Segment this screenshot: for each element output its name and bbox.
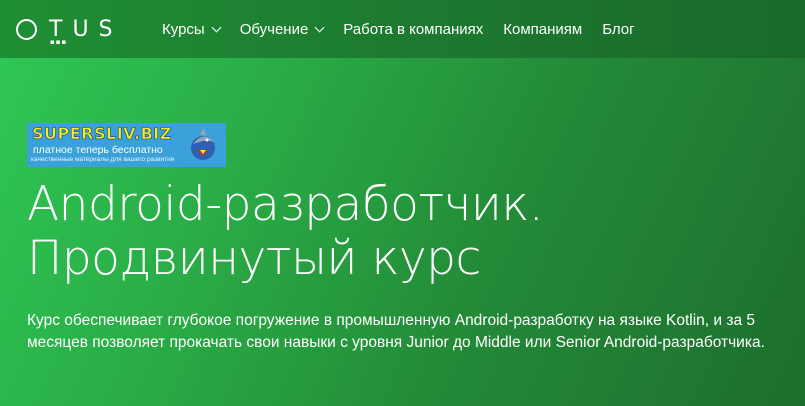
nav-item-label: Работа в компаниях bbox=[343, 20, 484, 38]
course-title-line-2: Продвинутый курс bbox=[27, 231, 481, 286]
banner-subtitle: платное теперь бесплатно bbox=[33, 144, 163, 156]
nav-item-label: Блог bbox=[602, 20, 635, 38]
course-description: Курс обеспечивает глубокое погружение в … bbox=[27, 312, 765, 351]
nav-item-label: Курсы bbox=[162, 20, 205, 38]
nav-item-courses[interactable]: Курсы bbox=[162, 20, 222, 38]
nav-item-blog[interactable]: Блог bbox=[602, 21, 634, 38]
nav-item-label: Компаниям bbox=[503, 20, 583, 38]
logo-o-circle bbox=[16, 18, 37, 40]
superslib-watermark-banner[interactable]: SUPERSLIV.BIZ платное теперь бесплатно к… bbox=[27, 123, 226, 167]
otus-logo[interactable]: T ▪▪▪ US bbox=[16, 15, 123, 46]
page: T ▪▪▪ US Курсы Обучение Работа в компания… bbox=[0, 0, 805, 406]
nav-item-education[interactable]: Обучение bbox=[239, 20, 325, 38]
banner-title: SUPERSLIV.BIZ bbox=[32, 124, 172, 144]
chevron-down-icon bbox=[211, 22, 222, 32]
logo-us-letters: US bbox=[72, 16, 123, 42]
chevron-down-icon bbox=[314, 22, 325, 32]
course-title-line-1: Android-разработчик. bbox=[27, 177, 544, 232]
main-nav: Курсы Обучение Работа в компаниях Компан… bbox=[162, 0, 655, 58]
course-title: Android-разработчик. Продвинутый курс bbox=[27, 178, 787, 286]
nav-item-jobs[interactable]: Работа в компаниях bbox=[343, 21, 483, 38]
banner-tagline: качественные материалы для вашего развит… bbox=[31, 156, 175, 163]
nav-item-companies[interactable]: Компаниям bbox=[503, 21, 582, 38]
shark-mascot-icon bbox=[191, 128, 215, 160]
logo-t-letter: T ▪▪▪ bbox=[49, 16, 73, 46]
top-navigation-bar: T ▪▪▪ US Курсы Обучение Работа в компания… bbox=[0, 0, 805, 58]
nav-item-label: Обучение bbox=[239, 20, 309, 38]
